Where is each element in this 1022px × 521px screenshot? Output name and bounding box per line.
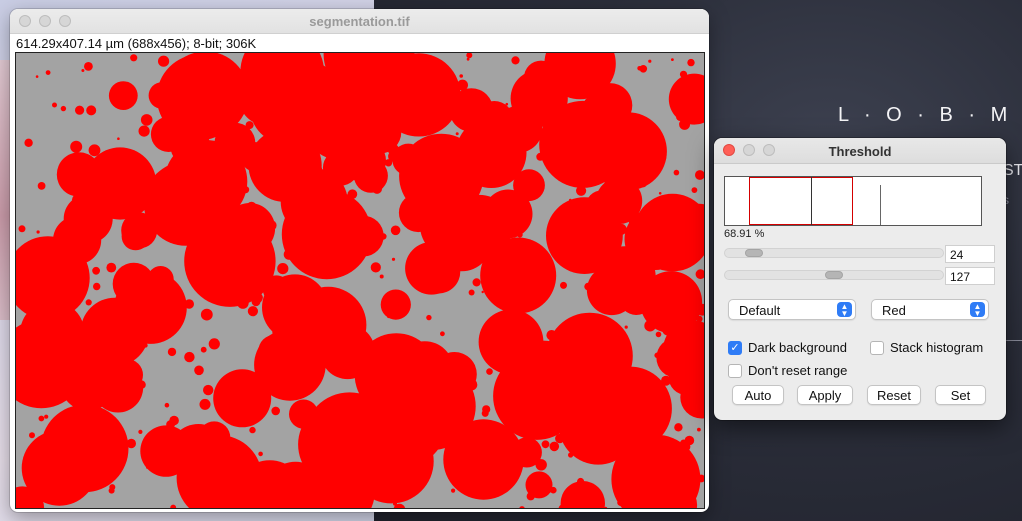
desktop-logo-text: L · O · B · M — [838, 104, 1013, 126]
set-button[interactable]: Set — [935, 385, 986, 405]
display-mode-select[interactable]: Red ▲ ▼ — [871, 299, 989, 320]
method-select-value: Default — [739, 303, 781, 318]
threshold-percent-label: 68.91 % — [724, 228, 765, 240]
slider-thumb[interactable] — [825, 271, 843, 279]
image-canvas[interactable] — [15, 52, 705, 509]
checkmark-icon[interactable]: ✓ — [728, 340, 742, 355]
threshold-histogram — [724, 176, 982, 226]
threshold-range-box — [749, 177, 853, 225]
checkbox-label: Don't reset range — [748, 363, 848, 378]
threshold-titlebar[interactable]: Threshold — [714, 138, 1006, 164]
method-select[interactable]: Default ▲ ▼ — [728, 299, 856, 320]
image-info-label: 614.29x407.14 µm (688x456); 8-bit; 306K — [16, 36, 257, 51]
threshold-window[interactable]: Threshold 68.91 % 24 127 Default ▲ ▼ Red … — [714, 138, 1006, 420]
min-threshold-field[interactable]: 24 — [945, 245, 995, 263]
max-threshold-field[interactable]: 127 — [945, 267, 995, 285]
window-title: segmentation.tif — [309, 14, 410, 29]
checkbox-label: Stack histogram — [890, 340, 984, 355]
chevron-updown-icon: ▲ ▼ — [970, 302, 985, 318]
window-title: Threshold — [828, 144, 892, 159]
max-threshold-slider[interactable] — [724, 270, 944, 280]
reset-button[interactable]: Reset — [867, 385, 921, 405]
segmentation-image — [16, 53, 704, 508]
min-threshold-slider[interactable] — [724, 248, 944, 258]
image-window-titlebar[interactable]: segmentation.tif — [10, 9, 709, 34]
histogram-marker — [811, 177, 812, 225]
apply-button[interactable]: Apply — [797, 385, 853, 405]
display-mode-value: Red — [882, 303, 906, 318]
dark-background-checkbox[interactable]: ✓ Dark background — [728, 340, 847, 355]
auto-button[interactable]: Auto — [732, 385, 784, 405]
chevron-updown-icon: ▲ ▼ — [837, 302, 852, 318]
image-window[interactable]: segmentation.tif 614.29x407.14 µm (688x4… — [10, 9, 709, 512]
stack-histogram-checkbox[interactable]: Stack histogram — [870, 340, 983, 355]
checkbox-box[interactable] — [870, 340, 884, 355]
checkbox-box[interactable] — [728, 363, 742, 378]
slider-thumb[interactable] — [745, 249, 763, 257]
checkbox-label: Dark background — [748, 340, 847, 355]
histogram-marker — [880, 185, 881, 225]
dont-reset-range-checkbox[interactable]: Don't reset range — [728, 363, 847, 378]
